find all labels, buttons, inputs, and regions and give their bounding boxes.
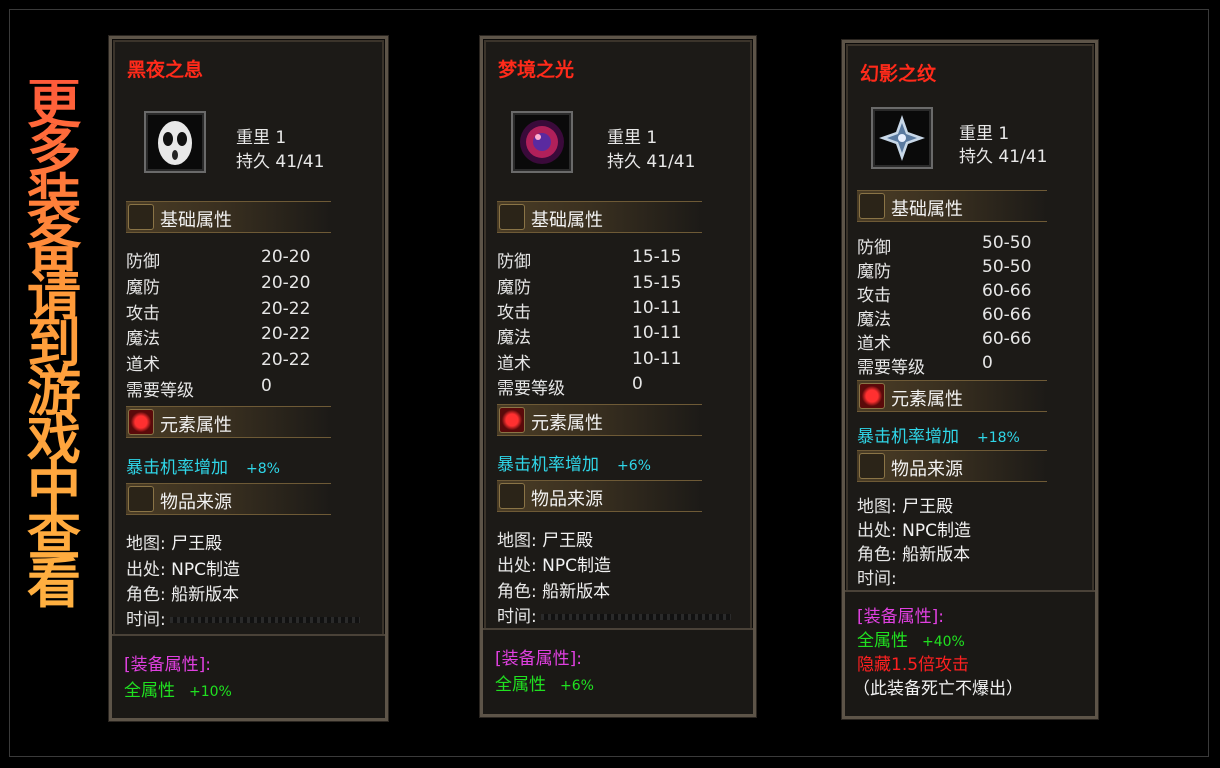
no-drop-note: （此装备死亡不爆出） [853,679,1023,699]
promo-vertical-text: 更多装备请到游戏中查看 [22,77,86,611]
source-time: 时间: [857,569,897,589]
element-attrs-header: 元素属性 [126,406,331,438]
basic-attrs-header: 基础属性 [497,201,702,233]
star-badge-icon [859,453,885,479]
source-map: 地图: 尸王殿 [497,531,594,551]
item-source-header: 物品来源 [857,450,1047,482]
basic-attrs-header: 基础属性 [126,201,331,233]
source-map: 地图: 尸王殿 [126,534,223,554]
equip-attrs-section: [装备属性]: 全属性 +6% [483,628,753,714]
item-icon-slot[interactable] [144,111,206,173]
source-time: 时间: [126,605,360,630]
durability-line: 持久 41/41 [236,152,325,172]
equip-attrs-label: [装备属性]: [495,649,582,669]
crit-chance-line: 暴击机率增加 +8% [126,458,280,478]
durability-line: 持久 41/41 [959,147,1048,167]
purple-orb-icon [520,120,564,164]
weight-line: 重里 1 [959,124,1010,144]
item-name: 梦境之光 [498,59,575,81]
star-badge-icon [128,486,154,512]
source-map: 地图: 尸王殿 [857,497,954,517]
equip-attrs-section: [装备属性]: 全属性 +10% [112,634,385,718]
item-icon-slot[interactable] [871,107,933,169]
obscured-time [169,617,360,623]
source-role: 角色: 船新版本 [857,545,971,565]
all-attrs-line: 全属性 +40% [857,631,965,651]
source-role: 角色: 船新版本 [497,582,611,602]
pillar-emblem-icon [499,204,525,230]
obscured-time [540,614,731,620]
weight-line: 重里 1 [236,128,287,148]
crit-chance-line: 暴击机率增加 +6% [497,455,651,475]
equip-attrs-section: [装备属性]: 全属性 +40% 隐藏1.5倍攻击 （此装备死亡不爆出） [845,590,1095,716]
durability-line: 持久 41/41 [607,152,696,172]
source-origin: 出处: NPC制造 [497,556,611,576]
weight-line: 重里 1 [607,128,658,148]
item-tooltip-2: 梦境之光 重里 1 持久 41/41 基础属性 防御 15-15 魔防 15-15 … [479,35,757,718]
basic-attrs-header: 基础属性 [857,190,1047,222]
red-gem-icon [499,407,525,433]
crystal-star-icon [879,115,925,161]
source-time: 时间: [497,602,731,627]
source-role: 角色: 船新版本 [126,585,240,605]
red-gem-icon [859,383,885,409]
source-origin: 出处: NPC制造 [126,560,240,580]
red-gem-icon [128,409,154,435]
item-source-header: 物品来源 [126,483,331,515]
item-name: 黑夜之息 [127,59,204,81]
pillar-emblem-icon [128,204,154,230]
element-attrs-header: 元素属性 [857,380,1047,412]
pillar-emblem-icon [859,193,885,219]
item-source-header: 物品来源 [497,480,702,512]
item-icon-slot[interactable] [511,111,573,173]
all-attrs-line: 全属性 +6% [495,675,594,695]
equip-attrs-label: [装备属性]: [124,655,211,675]
skull-mask-icon [158,121,192,165]
item-name: 幻影之纹 [860,63,937,85]
equip-attrs-label: [装备属性]: [857,607,944,627]
star-badge-icon [499,483,525,509]
item-tooltip-1: 黑夜之息 重里 1 持久 41/41 基础属性 防御 20-20 魔防 20-20 … [108,35,389,722]
crit-chance-line: 暴击机率增加 +18% [857,427,1020,447]
item-tooltip-3: 幻影之纹 重里 1 持久 41/41 基础属性 防御 50-50 魔防 50-50 … [841,39,1099,720]
source-origin: 出处: NPC制造 [857,521,971,541]
all-attrs-line: 全属性 +10% [124,681,232,701]
hidden-attack-line: 隐藏1.5倍攻击 [857,655,970,675]
element-attrs-header: 元素属性 [497,404,702,436]
